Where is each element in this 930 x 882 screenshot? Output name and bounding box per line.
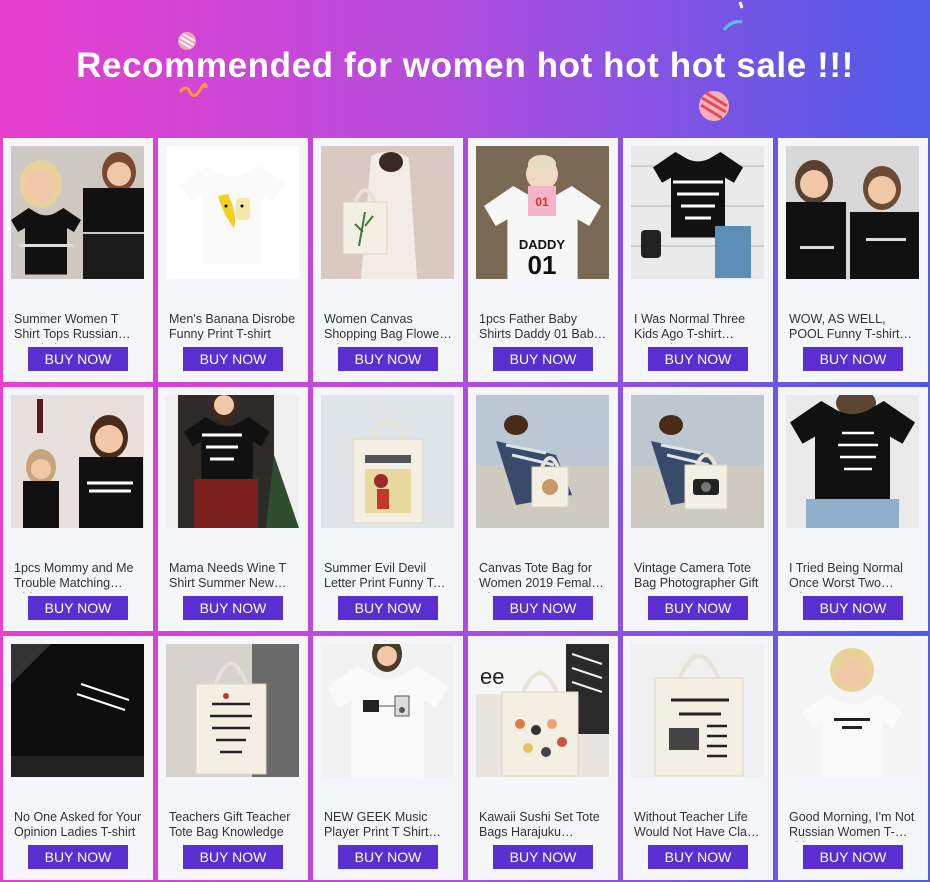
buy-now-button[interactable]: BUY NOW <box>493 596 593 620</box>
buy-now-button[interactable]: BUY NOW <box>28 347 128 371</box>
candy-ball-icon <box>699 91 729 121</box>
product-title[interactable]: Women Canvas Shopping Bag Flower Print <box>324 312 452 344</box>
svg-text:ee: ee <box>480 664 504 689</box>
promo-banner: Recommended for women hot hot hot sale !… <box>0 0 930 136</box>
buy-now-button[interactable]: BUY NOW <box>183 347 283 371</box>
buy-now-button[interactable]: BUY NOW <box>338 347 438 371</box>
product-image[interactable] <box>786 395 919 528</box>
product-title[interactable]: I Was Normal Three Kids Ago T-shirt Casu… <box>634 312 762 344</box>
product-card[interactable]: Women Canvas Shopping Bag Flower Print B… <box>313 138 463 382</box>
buy-now-button[interactable]: BUY NOW <box>183 596 283 620</box>
product-image[interactable] <box>166 395 299 528</box>
product-title[interactable]: Good Morning, I'm Not Russian Women T-sh… <box>789 810 917 842</box>
product-title[interactable]: Without Teacher Life Would Not Have Clas… <box>634 810 762 842</box>
product-card[interactable]: I Was Normal Three Kids Ago T-shirt Casu… <box>623 138 773 382</box>
product-grid: Summer Women T Shirt Tops Russian Inscri… <box>3 138 928 880</box>
buy-now-button[interactable]: BUY NOW <box>803 845 903 869</box>
product-title[interactable]: I Tried Being Normal Once Worst Two Minu… <box>789 561 917 593</box>
product-image[interactable] <box>786 644 919 777</box>
product-image[interactable]: 01 DADDY 01 <box>476 146 609 279</box>
product-title[interactable]: No One Asked for Your Opinion Ladies T-s… <box>14 810 142 842</box>
svg-text:01: 01 <box>535 195 549 209</box>
product-image[interactable]: ee <box>476 644 609 777</box>
buy-now-button[interactable]: BUY NOW <box>493 845 593 869</box>
product-card[interactable]: Men's Banana Disrobe Funny Print T-shirt… <box>158 138 308 382</box>
product-image[interactable] <box>631 146 764 279</box>
buy-now-button[interactable]: BUY NOW <box>338 845 438 869</box>
product-card[interactable]: Without Teacher Life Would Not Have Clas… <box>623 636 773 880</box>
product-image[interactable] <box>11 146 144 279</box>
buy-now-button[interactable]: BUY NOW <box>183 845 283 869</box>
product-image[interactable] <box>166 644 299 777</box>
product-image[interactable] <box>476 395 609 528</box>
product-title[interactable]: Canvas Tote Bag for Women 2019 Female Sh… <box>479 561 607 593</box>
product-title[interactable]: Kawaii Sushi Set Tote Bags Harajuku Wome… <box>479 810 607 842</box>
product-card[interactable]: 1pcs Mommy and Me Trouble Matching Shirt… <box>3 387 153 631</box>
product-image[interactable] <box>11 395 144 528</box>
product-title[interactable]: 1pcs Mommy and Me Trouble Matching Shirt… <box>14 561 142 593</box>
banner-title: Recommended for women hot hot hot sale !… <box>76 46 854 85</box>
product-title[interactable]: Men's Banana Disrobe Funny Print T-shirt <box>169 312 297 344</box>
product-title[interactable]: Teachers Gift Teacher Tote Bag Knowledge <box>169 810 297 842</box>
buy-now-button[interactable]: BUY NOW <box>28 845 128 869</box>
product-card[interactable]: Vintage Camera Tote Bag Photographer Gif… <box>623 387 773 631</box>
svg-text:01: 01 <box>528 250 557 279</box>
product-card[interactable]: Mama Needs Wine T Shirt Summer New Women… <box>158 387 308 631</box>
buy-now-button[interactable]: BUY NOW <box>648 596 748 620</box>
product-title[interactable]: Summer Women T Shirt Tops Russian Inscri… <box>14 312 142 344</box>
buy-now-button[interactable]: BUY NOW <box>28 596 128 620</box>
buy-now-button[interactable]: BUY NOW <box>493 347 593 371</box>
product-title[interactable]: WOW, AS WELL, POOL Funny T-shirt Women <box>789 312 917 344</box>
product-title[interactable]: Mama Needs Wine T Shirt Summer New Women <box>169 561 297 593</box>
confetti-icon <box>722 1 744 31</box>
product-card[interactable]: 01 DADDY 01 1pcs Father Baby Shirts Daddy … <box>468 138 618 382</box>
product-card[interactable]: Good Morning, I'm Not Russian Women T-sh… <box>778 636 928 880</box>
buy-now-button[interactable]: BUY NOW <box>803 596 903 620</box>
product-title[interactable]: 1pcs Father Baby Shirts Daddy 01 Baby 01 <box>479 312 607 344</box>
product-card[interactable]: WOW, AS WELL, POOL Funny T-shirt Women B… <box>778 138 928 382</box>
product-image[interactable] <box>786 146 919 279</box>
product-image[interactable] <box>321 395 454 528</box>
product-image[interactable] <box>631 395 764 528</box>
buy-now-button[interactable]: BUY NOW <box>338 596 438 620</box>
product-title[interactable]: Summer Evil Devil Letter Print Funny Tot… <box>324 561 452 593</box>
product-image[interactable] <box>631 644 764 777</box>
buy-now-button[interactable]: BUY NOW <box>648 845 748 869</box>
product-card[interactable]: ee Kawaii Sushi Set Tote Bags Harajuku W… <box>468 636 618 880</box>
buy-now-button[interactable]: BUY NOW <box>648 347 748 371</box>
product-title[interactable]: Vintage Camera Tote Bag Photographer Gif… <box>634 561 762 593</box>
product-card[interactable]: Summer Evil Devil Letter Print Funny Tot… <box>313 387 463 631</box>
product-title[interactable]: NEW GEEK Music Player Print T Shirt Men <box>324 810 452 842</box>
product-card[interactable]: Canvas Tote Bag for Women 2019 Female Sh… <box>468 387 618 631</box>
product-card[interactable]: Summer Women T Shirt Tops Russian Inscri… <box>3 138 153 382</box>
product-image[interactable] <box>166 146 299 279</box>
product-image[interactable] <box>321 146 454 279</box>
product-image[interactable] <box>321 644 454 777</box>
product-card[interactable]: NEW GEEK Music Player Print T Shirt Men … <box>313 636 463 880</box>
buy-now-button[interactable]: BUY NOW <box>803 347 903 371</box>
product-card[interactable]: Teachers Gift Teacher Tote Bag Knowledge… <box>158 636 308 880</box>
product-card[interactable]: I Tried Being Normal Once Worst Two Minu… <box>778 387 928 631</box>
product-card[interactable]: No One Asked for Your Opinion Ladies T-s… <box>3 636 153 880</box>
product-image[interactable] <box>11 644 144 777</box>
